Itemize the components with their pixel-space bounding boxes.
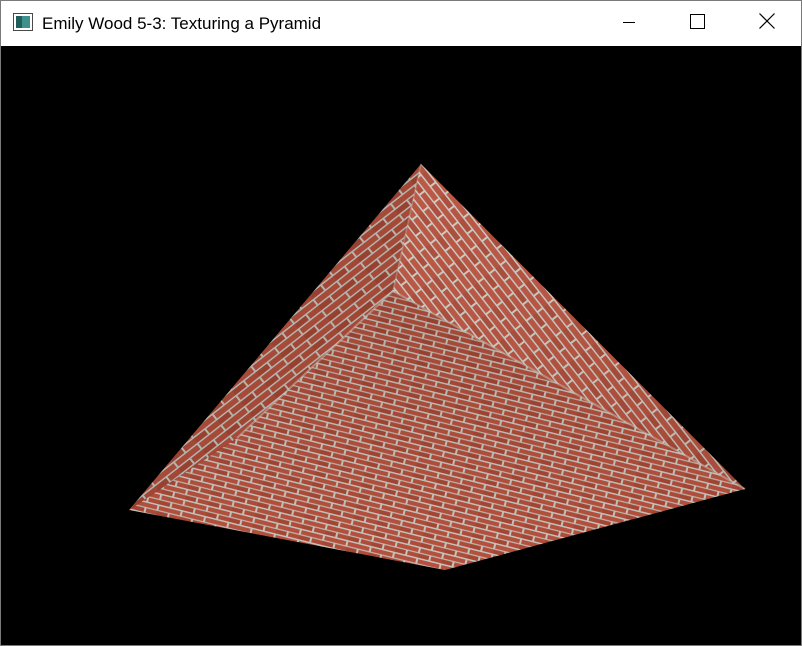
minimize-button[interactable]: [595, 1, 663, 46]
close-button[interactable]: [733, 1, 801, 46]
maximize-icon: [689, 13, 705, 34]
render-viewport[interactable]: [1, 46, 801, 645]
maximize-button[interactable]: [663, 1, 731, 46]
app-window: Emily Wood 5-3: Texturing a Pyramid: [0, 0, 802, 646]
opengl-window-icon[interactable]: [13, 13, 33, 31]
minimize-icon: [623, 15, 635, 33]
close-icon: [759, 13, 775, 34]
window-title: Emily Wood 5-3: Texturing a Pyramid: [42, 14, 322, 33]
title-bar[interactable]: Emily Wood 5-3: Texturing a Pyramid: [1, 1, 801, 46]
pyramid-scene: [129, 163, 746, 570]
